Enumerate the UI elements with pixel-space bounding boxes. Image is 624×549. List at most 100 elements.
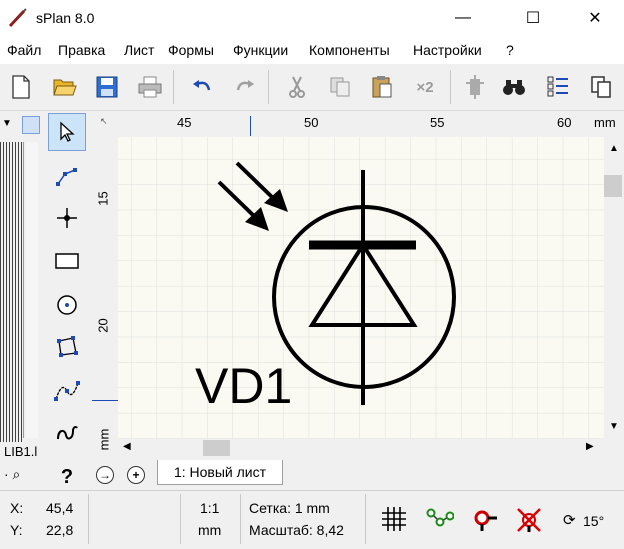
close-button[interactable]: ✕ xyxy=(572,0,618,36)
toolbar-separator xyxy=(450,70,451,104)
redo-icon xyxy=(236,80,254,91)
connector-icon xyxy=(474,510,497,531)
library-scrollbar[interactable] xyxy=(26,142,38,438)
toolbar-separator xyxy=(173,70,174,104)
scale-ratio: 1:1 xyxy=(200,500,220,516)
copy-icon xyxy=(330,77,350,97)
library-dropdown-icon[interactable]: ▼ xyxy=(2,118,12,129)
component-label[interactable]: VD1 xyxy=(195,358,292,414)
scroll-right-icon[interactable]: ▶ xyxy=(586,441,594,452)
vertical-ruler xyxy=(90,137,119,457)
pages-button[interactable] xyxy=(584,70,618,104)
snap-icon xyxy=(426,508,455,527)
window-title: sPlan 8.0 xyxy=(36,10,95,26)
status-separator xyxy=(365,494,366,544)
new-file-icon xyxy=(12,75,30,99)
library-search-icon[interactable]: · ⌕ xyxy=(4,466,20,483)
find-button[interactable] xyxy=(497,70,531,104)
menu-functions[interactable]: Функции xyxy=(233,42,288,58)
open-button[interactable] xyxy=(48,70,82,104)
menu-help[interactable]: ? xyxy=(506,42,514,58)
next-sheet-button[interactable]: → xyxy=(96,466,114,484)
minimize-button[interactable]: — xyxy=(440,0,486,36)
paste-button[interactable] xyxy=(365,70,399,104)
paste-icon xyxy=(372,76,392,98)
cursor-marker-vertical xyxy=(92,400,118,401)
menu-file[interactable]: Файл xyxy=(7,42,41,58)
redo-button[interactable] xyxy=(228,70,262,104)
new-file-button[interactable] xyxy=(4,70,38,104)
maximize-icon: ☐ xyxy=(525,10,541,27)
component-icon xyxy=(466,75,484,99)
library-label: LIB1.l xyxy=(4,444,38,459)
save-button[interactable] xyxy=(90,70,124,104)
scroll-left-icon[interactable]: ◀ xyxy=(123,441,131,452)
scroll-down-icon[interactable]: ▼ xyxy=(609,421,619,432)
minimize-icon: — xyxy=(455,9,471,26)
checklist-button[interactable] xyxy=(541,70,575,104)
grid-toggle-button[interactable] xyxy=(381,506,407,535)
ruler-tick-label: 60 xyxy=(557,115,572,130)
vertical-scroll-thumb[interactable] xyxy=(604,175,622,197)
snap-button[interactable] xyxy=(426,508,455,533)
copy-button[interactable] xyxy=(323,70,357,104)
polyline-icon xyxy=(56,168,77,186)
y-coord-label: Y: xyxy=(10,522,23,538)
duplicate-button[interactable]: ×2 xyxy=(408,70,442,104)
no-connect-icon xyxy=(517,508,541,532)
grid-size-text: Сетка: 1 mm xyxy=(249,500,330,516)
x-coord-label: X: xyxy=(10,500,24,516)
binoculars-icon xyxy=(503,80,525,95)
scroll-up-icon[interactable]: ▲ xyxy=(609,143,619,154)
status-separator xyxy=(88,494,89,544)
sheet-tab[interactable]: 1: Новый лист xyxy=(157,460,283,485)
pointer-icon xyxy=(60,121,75,142)
maximize-button[interactable]: ☐ xyxy=(510,0,556,36)
component-button[interactable] xyxy=(458,70,492,104)
app-icon xyxy=(8,8,27,28)
open-folder-icon xyxy=(53,79,77,96)
library-list[interactable] xyxy=(0,142,22,442)
menu-shapes[interactable]: Формы xyxy=(168,42,214,58)
print-button[interactable] xyxy=(133,70,167,104)
schematic-drawing: VD1 xyxy=(118,137,604,439)
library-tree-icon[interactable] xyxy=(22,116,40,134)
polyline-tool[interactable] xyxy=(48,157,86,195)
bezier-icon xyxy=(54,381,80,401)
junction-tool[interactable] xyxy=(48,199,86,237)
no-connect-button[interactable] xyxy=(516,507,542,536)
drawing-canvas[interactable]: VD1 xyxy=(118,137,604,439)
horizontal-scroll-thumb[interactable] xyxy=(203,440,230,456)
rectangle-tool[interactable] xyxy=(48,242,86,280)
pointer-tool[interactable] xyxy=(48,113,86,151)
horizontal-scrollbar[interactable]: ◀ ▶ xyxy=(118,439,604,457)
pages-icon xyxy=(591,76,611,98)
undo-button[interactable] xyxy=(185,70,219,104)
rotation-icon[interactable]: ⟳ xyxy=(563,511,576,529)
freehand-tool[interactable] xyxy=(48,414,86,452)
polygon-tool[interactable] xyxy=(48,328,86,366)
circle-tool[interactable] xyxy=(48,286,86,324)
ruler-tick-label: 45 xyxy=(177,115,192,130)
menu-components[interactable]: Компоненты xyxy=(309,42,390,58)
unit-label: mm xyxy=(198,522,222,538)
circle-icon xyxy=(57,295,77,315)
ruler-tick-label: 50 xyxy=(304,115,319,130)
rotation-angle[interactable]: 15° xyxy=(583,513,604,529)
ruler-tick-label: 20 xyxy=(95,318,111,333)
cut-button[interactable] xyxy=(280,70,314,104)
duplicate-x2-icon: ×2 xyxy=(416,78,434,96)
save-icon xyxy=(96,76,118,98)
vertical-scrollbar[interactable]: ▲ ▼ xyxy=(604,137,624,439)
menu-edit[interactable]: Правка xyxy=(58,42,105,58)
add-sheet-button[interactable]: + xyxy=(127,466,145,484)
rectangle-icon xyxy=(55,253,79,269)
connect-button[interactable] xyxy=(472,508,498,535)
menu-sheet[interactable]: Лист xyxy=(124,42,154,58)
print-icon xyxy=(138,76,162,98)
close-icon: ✕ xyxy=(588,10,602,27)
menu-settings[interactable]: Настройки xyxy=(413,42,482,58)
junction-icon xyxy=(57,208,77,228)
toolbar-separator xyxy=(268,70,269,104)
bezier-tool[interactable] xyxy=(48,372,86,410)
